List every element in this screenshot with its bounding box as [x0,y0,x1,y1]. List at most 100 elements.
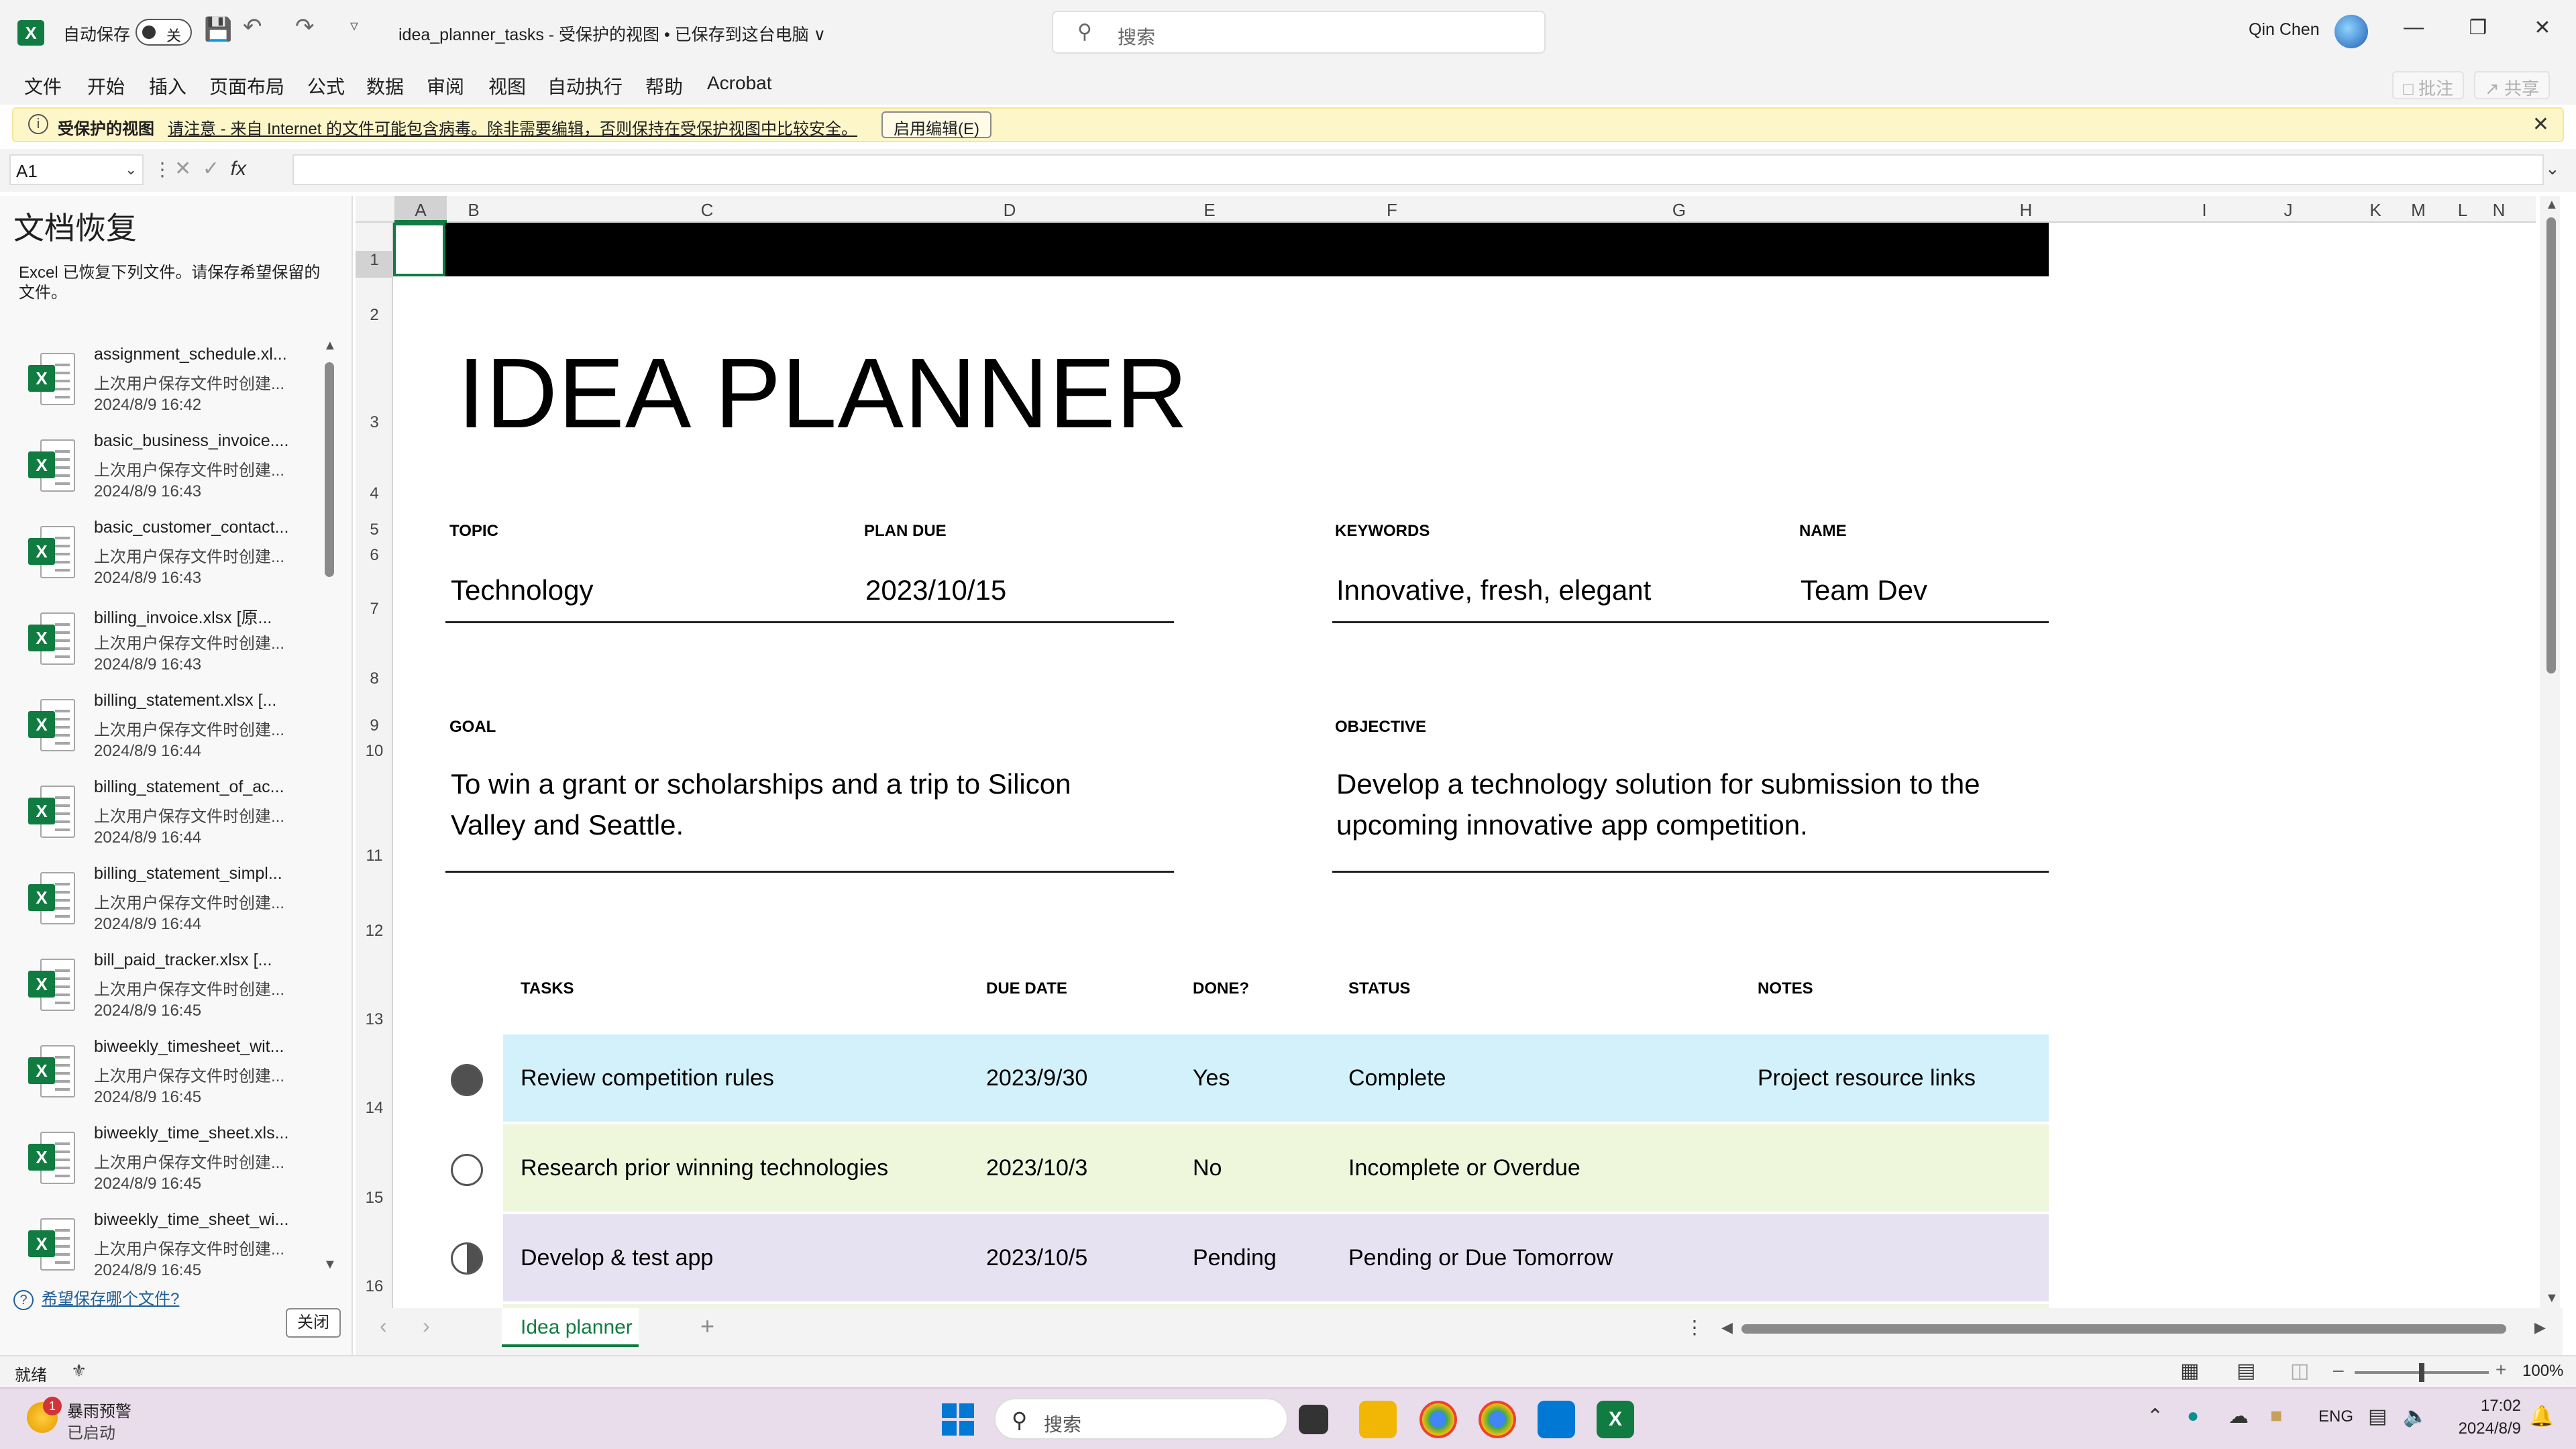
status-cell[interactable]: Pending or Due Tomorrow [1348,1245,1613,1271]
due-cell[interactable]: 2023/10/3 [986,1155,1087,1181]
worksheet[interactable]: IDEA PLANNER TOPIC Technology PLAN DUE 2… [393,223,2537,1308]
autosave-toggle[interactable]: 关 [136,19,192,46]
column-header[interactable]: D [914,200,1106,221]
volume-icon[interactable]: 🔈 [2403,1405,2428,1428]
row-header[interactable]: 12 [356,922,393,941]
recovered-file-item[interactable]: Xbill_paid_tracker.xlsx [... 上次用户保存文件时创建.… [20,944,315,1030]
keywords-value[interactable]: Innovative, fresh, elegant [1336,574,1651,606]
notification-icon[interactable]: 🔔 [2529,1405,2554,1428]
expand-formula-icon[interactable]: ⌄ [2545,158,2560,179]
menu-data[interactable]: 数据 [366,72,404,99]
row-header[interactable]: 14 [356,1099,393,1118]
goal-value[interactable]: To win a grant or scholarships and a tri… [451,763,1071,845]
due-cell[interactable]: 2023/10/5 [986,1245,1087,1271]
menu-home[interactable]: 开始 [87,72,125,99]
row-header[interactable]: 1 [356,251,393,278]
vscode-icon[interactable] [1538,1401,1575,1438]
redo-icon[interactable]: ↷ [295,13,315,40]
search-box[interactable]: ⚲ 搜索 [1052,11,1546,54]
recovered-file-item[interactable]: Xassignment_schedule.xl... 上次用户保存文件时创建...… [20,338,315,424]
column-header[interactable]: A [394,200,447,221]
recovery-scrollbar[interactable]: ▲ ▼ [323,338,337,1272]
row-header[interactable]: 2 [356,306,393,325]
taskbar-search[interactable]: ⚲ 搜索 [994,1398,1288,1440]
status-cell[interactable]: Incomplete or Overdue [1348,1155,1580,1181]
menu-formulas[interactable]: 公式 [307,72,345,99]
column-header[interactable]: C [500,200,914,221]
page-title[interactable]: IDEA PLANNER [458,337,1188,451]
done-cell[interactable]: Pending [1193,1245,1277,1271]
user-name[interactable]: Qin Chen [2249,20,2320,40]
onedrive-icon[interactable]: ☁ [2229,1405,2249,1428]
add-sheet-icon[interactable]: + [700,1312,714,1340]
clock-date[interactable]: 2024/8/9 [2442,1419,2521,1438]
cancel-icon[interactable]: ✕ [174,158,191,180]
row-header[interactable]: 9 [356,716,393,735]
task-cell[interactable]: Research prior winning technologies [521,1155,888,1181]
row-header[interactable]: 16 [356,1277,393,1296]
weather-title[interactable]: 暴雨预警 [67,1398,131,1421]
save-icon[interactable]: 💾 [204,16,232,43]
menu-page-layout[interactable]: 页面布局 [209,72,284,99]
comment-button[interactable]: □ 批注 [2392,71,2464,99]
table-row[interactable]: Research prior winning technologies 2023… [503,1124,2049,1212]
page-layout-view-icon[interactable]: ▤ [2237,1359,2255,1383]
close-window-icon[interactable]: ✕ [2522,16,2563,40]
column-header[interactable]: N [2462,200,2536,221]
column-header[interactable]: H [1888,200,2164,221]
row-header[interactable]: 11 [356,847,393,865]
next-sheet-icon[interactable]: › [423,1313,430,1338]
start-button[interactable] [942,1403,974,1436]
recovered-file-item[interactable]: Xbilling_invoice.xlsx [原... 上次用户保存文件时创建..… [20,598,315,684]
accessibility-icon[interactable]: ⚜ [71,1360,87,1381]
minimize-icon[interactable]: — [2394,16,2434,39]
recovered-file-item[interactable]: Xbasic_business_invoice.... 上次用户保存文件时创建..… [20,425,315,511]
excel-taskbar-icon[interactable]: X [1597,1401,1634,1438]
menu-acrobat[interactable]: Acrobat [707,72,772,94]
recovered-file-item[interactable]: Xbilling_statement.xlsx [... 上次用户保存文件时创建.… [20,684,315,770]
app-tray-icon[interactable]: ■ [2270,1405,2282,1428]
enter-icon[interactable]: ✓ [203,158,219,180]
zoom-in-icon[interactable]: + [2496,1359,2506,1381]
chrome-icon[interactable] [1419,1401,1457,1438]
network-icon[interactable]: ▤ [2368,1405,2387,1428]
status-cell[interactable]: Complete [1348,1065,1446,1091]
row-header[interactable]: 8 [356,669,393,688]
menu-help[interactable]: 帮助 [645,72,683,99]
row-header[interactable]: 6 [356,546,393,565]
enable-editing-button[interactable]: 启用编辑(E) [881,111,991,138]
file-explorer-icon[interactable] [1359,1401,1397,1438]
language-indicator[interactable]: ENG [2318,1407,2353,1426]
row-header[interactable]: 4 [356,484,393,503]
row-header[interactable]: 10 [356,742,393,761]
task-cell[interactable]: Review competition rules [521,1065,774,1091]
zoom-slider[interactable] [2355,1363,2489,1382]
clock-time[interactable]: 17:02 [2447,1397,2521,1415]
share-button[interactable]: ↗ 共享 [2474,71,2551,99]
task-cell[interactable]: Develop & test app [521,1245,713,1271]
insert-function-icon[interactable]: fx [231,158,246,180]
column-header[interactable]: J [2245,200,2332,221]
notes-cell[interactable]: Project resource links [1758,1065,1976,1091]
recovered-file-item[interactable]: Xbasic_customer_contact... 上次用户保存文件时创建...… [20,511,315,597]
recovered-file-item[interactable]: Xbiweekly_timesheet_wit... 上次用户保存文件时创建...… [20,1030,315,1116]
recovered-file-item[interactable]: Xbilling_statement_of_ac... 上次用户保存文件时创建..… [20,771,315,857]
selected-cell-a1[interactable] [393,223,445,276]
due-cell[interactable]: 2023/9/30 [986,1065,1087,1091]
tray-overflow-icon[interactable]: ⌃ [2147,1405,2163,1428]
recovery-close-button[interactable]: 关闭 [286,1308,341,1338]
zoom-out-icon[interactable]: – [2333,1359,2344,1381]
row-header[interactable]: 3 [356,413,393,432]
column-header[interactable]: F [1313,200,1470,221]
table-row[interactable]: Develop & test app 2023/10/5 Pending Pen… [503,1214,2049,1301]
column-header[interactable]: I [2164,200,2245,221]
row-header[interactable]: 5 [356,521,393,539]
horizontal-scrollbar[interactable]: ◀ ▶ [1721,1319,2553,1338]
more-icon[interactable]: ⋮ [1685,1316,1704,1338]
task-view-icon[interactable] [1299,1405,1328,1434]
customize-toolbar-icon[interactable]: ▿ [350,16,358,36]
vertical-scrollbar[interactable]: ▲ ▼ [2540,196,2560,1309]
close-icon[interactable]: ✕ [2532,113,2549,136]
chevron-down-icon[interactable]: ⌄ [125,161,137,178]
avatar[interactable] [2334,15,2368,48]
